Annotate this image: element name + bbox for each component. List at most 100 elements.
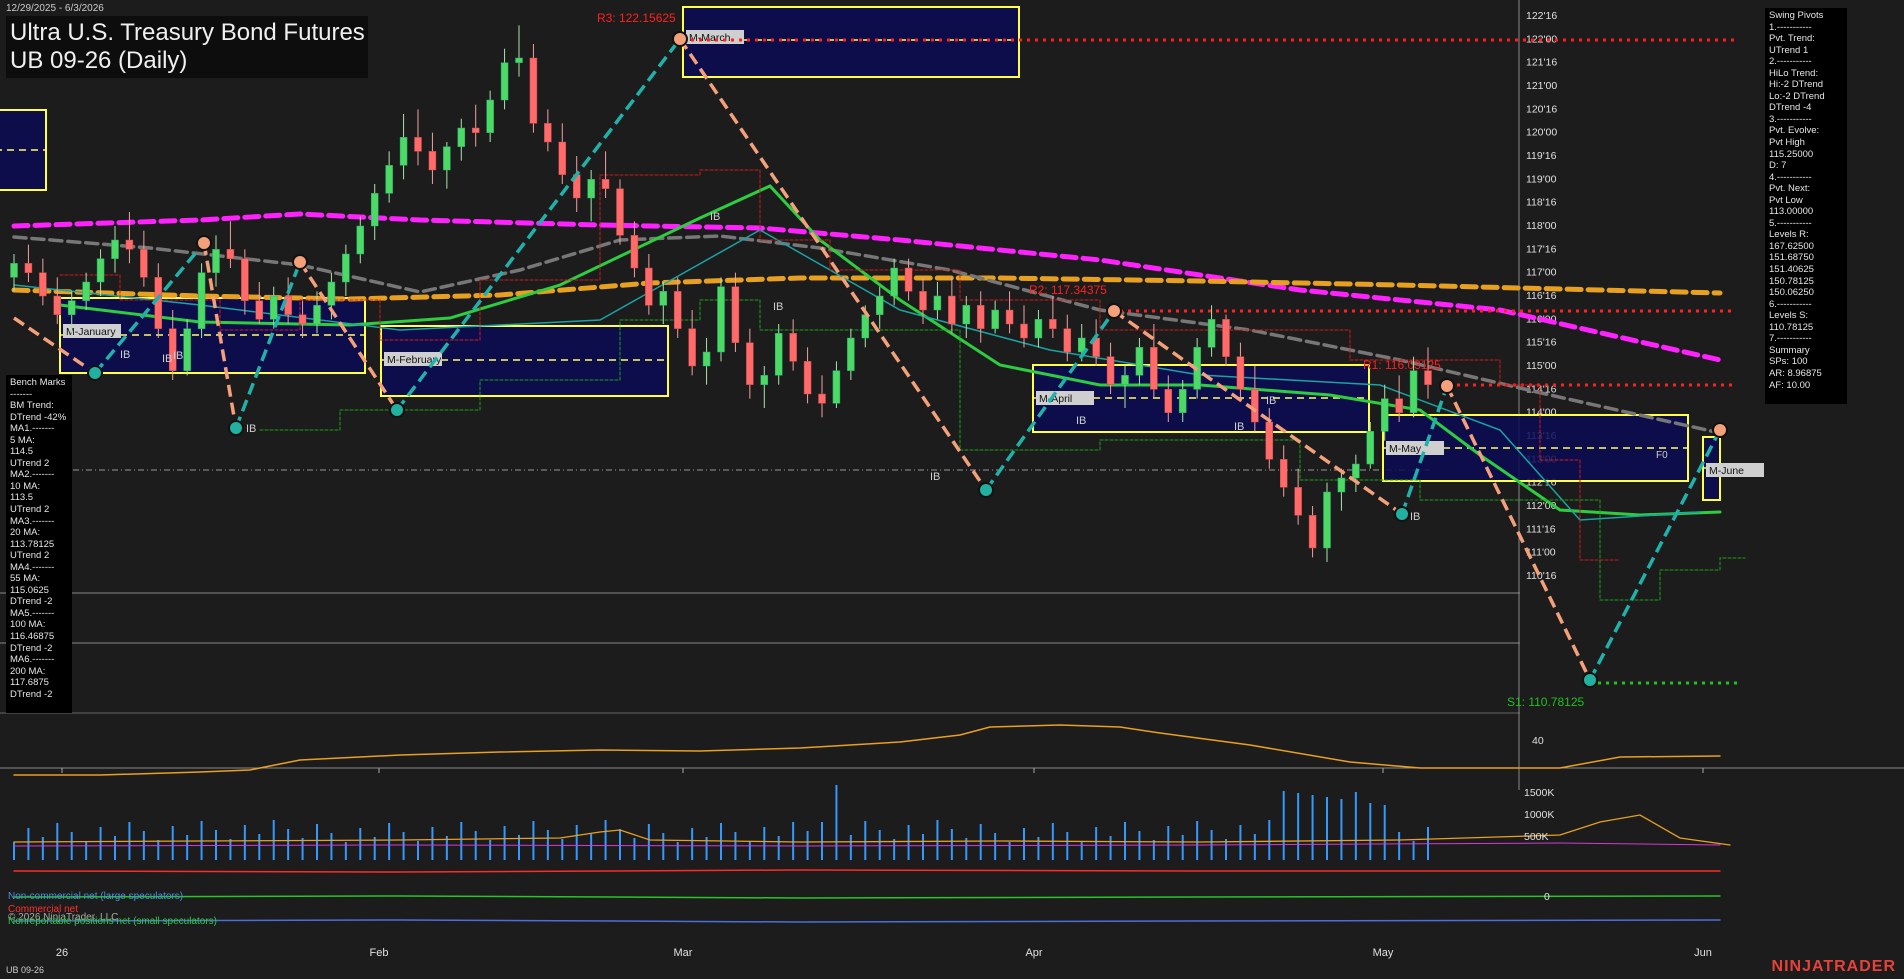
candle-body (1366, 431, 1375, 465)
swing_pivots-line: Hi:-2 DTrend (1769, 79, 1824, 91)
swing_pivots-line: UTrend 1 (1769, 44, 1809, 56)
candle-body (673, 291, 682, 329)
ma-100-line (11, 275, 1723, 302)
swing-pivot-dot (1582, 672, 1598, 688)
price-tick-label: 118'00 (1526, 220, 1557, 232)
candle-body (1135, 347, 1144, 376)
candle-body (96, 258, 105, 283)
bench_marks-line: MA3.------- (10, 515, 55, 527)
candle-body (500, 62, 509, 101)
bench_marks-line: MA1.------- (10, 423, 55, 435)
cot-tick: 0 (1544, 891, 1550, 903)
chart-title-panel: Ultra U.S. Treasury Bond Futures UB 09-2… (6, 16, 368, 78)
swing_pivots-line: 5.----------- (1769, 217, 1812, 229)
bench_marks-line: DTrend -2 (10, 688, 53, 700)
swing_pivots-line: 110.78125 (1769, 321, 1814, 333)
bench_marks-line: DTrend -42% (10, 411, 67, 423)
candle-body (1020, 323, 1028, 339)
swing_pivots-line: 6.----------- (1769, 298, 1812, 310)
candle-body (284, 295, 292, 315)
bench_marks-line: 20 MA: (10, 527, 41, 539)
swing_pivots-line: 7.----------- (1769, 333, 1812, 345)
candle-body (1150, 347, 1158, 390)
bench-marks-panel: Bench Marks ------- BM Trend: DTrend -42% MA… (6, 375, 72, 713)
candle-body (1106, 356, 1115, 385)
candle-body (1049, 319, 1057, 329)
candle-body (10, 263, 18, 278)
swing_pivots-line: HiLo Trend: (1769, 67, 1819, 79)
bench_marks-line: MA4.------- (10, 561, 55, 573)
swing_pivots-line: 3.----------- (1769, 113, 1812, 125)
candle-body (370, 193, 379, 227)
candle-body (991, 309, 999, 329)
candle-body (111, 239, 119, 259)
candle-body (1164, 389, 1173, 413)
candle-body (53, 295, 62, 315)
bench_marks-line: Bench Marks (10, 377, 66, 388)
footer-symbol: UB 09-26 (6, 965, 45, 975)
price-tick-label: 115'00 (1526, 360, 1557, 372)
candle-body (1380, 398, 1389, 432)
bench_marks-line: MA2.------- (10, 469, 55, 481)
candle-body (197, 272, 206, 329)
candle-body (731, 286, 740, 343)
cot-nonreportable-line (13, 895, 1721, 899)
x-tick-label: May (1373, 947, 1394, 959)
ib-label: IB (1266, 395, 1276, 407)
r3-label: R3: 122.15625 (597, 11, 676, 25)
swing-pivot-dot (196, 235, 212, 251)
bench_marks-line: BM Trend: (10, 400, 54, 412)
swing_pivots-line: Lo:-2 DTrend (1769, 90, 1825, 102)
candle-body (241, 258, 249, 301)
candle-body (471, 127, 480, 133)
price-tick-label: 111'16 (1526, 523, 1556, 535)
bench_marks-line: 117.6875 (10, 677, 49, 689)
legend-nonreportable: Nonreportable positions net (small specu… (8, 916, 217, 927)
ib-label: IB (1234, 421, 1244, 433)
candle-body (688, 328, 696, 367)
candle-body (428, 151, 437, 171)
bench_marks-line: MA6.------- (10, 654, 55, 666)
date-range: 12/29/2025 - 6/3/2026 (6, 3, 104, 14)
bench_marks-line: 115.0625 (10, 584, 49, 596)
candle-body (904, 267, 913, 292)
candle-body (1352, 463, 1360, 479)
swing_pivots-line: Summary (1769, 344, 1810, 356)
candle-body (702, 351, 711, 367)
cot-noncommercial-line (13, 919, 1721, 923)
bench_marks-line: 200 MA: (10, 665, 46, 677)
bench_marks-line: 100 MA: (10, 619, 46, 631)
candle-body (342, 253, 350, 283)
month-label-text: M-June (1709, 465, 1744, 477)
swing_pivots-line: Pvt High (1769, 137, 1805, 149)
candle-body (1294, 487, 1302, 516)
price-tick-label: 110'16 (1526, 570, 1557, 582)
candle-body (1178, 389, 1187, 413)
candle-body (140, 249, 148, 278)
candle-body (1409, 370, 1418, 413)
month-label: M-June (1706, 463, 1764, 477)
ib-label: IB (773, 301, 783, 313)
candle-body (818, 393, 826, 404)
candle-body (1236, 356, 1245, 390)
price-chart[interactable]: 122'16122'00121'16121'00120'16120'00119'… (0, 0, 1904, 979)
candle-body (1251, 389, 1259, 423)
bench_marks-line: 114.5 (10, 446, 34, 458)
candle-body (544, 123, 552, 143)
candle-body (298, 314, 307, 325)
candle-body (1265, 421, 1274, 460)
month-label-text: M-May (1389, 443, 1422, 455)
swing_pivots-line: 151.40625 (1769, 264, 1814, 276)
candle-body (746, 342, 754, 385)
candle-body (269, 295, 278, 320)
swing_pivots-line: AF: 10.00 (1769, 379, 1811, 391)
candle-body (933, 295, 942, 311)
f0-label: F0 (1656, 450, 1668, 461)
swing_pivots-line: Pvt. Next: (1769, 183, 1811, 195)
swing_pivots-line: AR: 8.96875 (1769, 367, 1822, 379)
price-tick-label: 120'00 (1526, 127, 1557, 139)
candle-body (24, 263, 33, 273)
month-label-text: M-March (689, 32, 731, 44)
ib-label: IB (162, 353, 172, 365)
candle-body (183, 328, 191, 371)
